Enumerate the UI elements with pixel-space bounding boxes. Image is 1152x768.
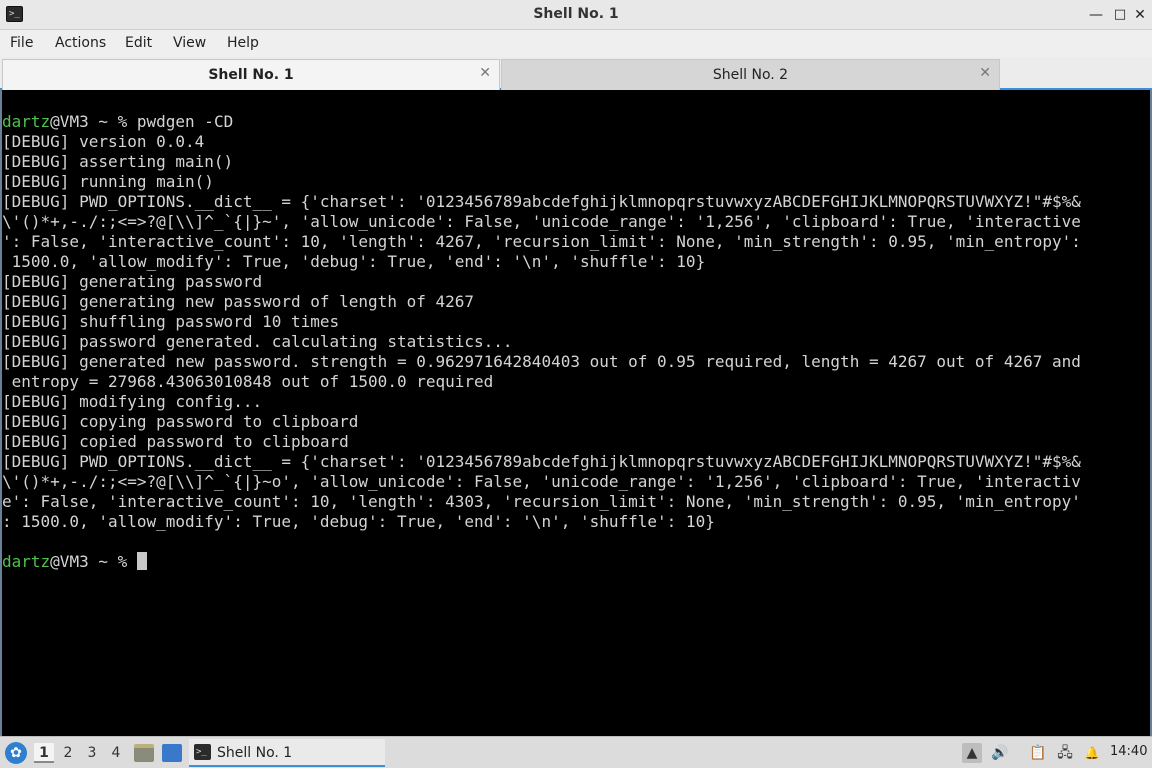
maximize-button[interactable]: □ [1110,5,1130,25]
notification-icon[interactable]: 🔔 [1082,743,1102,763]
task-label: Shell No. 1 [217,745,293,761]
terminal-line: [DEBUG] generated new password. strength… [2,352,1081,371]
taskbar: ✿ 1 2 3 4 >_ Shell No. 1 ▲ 🔊 📋 🖧 🔔 14:40 [0,736,1152,768]
current-prompt-line[interactable]: dartz@VM3 ~ % [2,552,1150,572]
terminal-line: [DEBUG] version 0.0.4 [2,132,205,151]
desktop-icon[interactable] [162,744,182,762]
clock[interactable]: 14:40 [1110,744,1147,759]
workspace-4[interactable]: 4 [106,743,126,763]
terminal-line: ': False, 'interactive_count': 10, 'leng… [2,232,1081,251]
text-cursor [136,552,147,570]
terminal-line: [DEBUG] shuffling password 10 times [2,312,340,331]
tab-close-icon[interactable]: ✕ [479,65,491,81]
workspace-1[interactable]: 1 [34,743,54,763]
tab-label: Shell No. 1 [208,67,294,83]
tab-close-icon[interactable]: ✕ [979,65,991,81]
terminal-line: [DEBUG] asserting main() [2,152,234,171]
minimize-button[interactable]: — [1086,5,1106,25]
terminal-line: [DEBUG] PWD_OPTIONS.__dict__ = {'charset… [2,452,1081,471]
terminal-line: [DEBUG] password generated. calculating … [2,332,513,351]
prompt-host: @VM3 ~ % [50,112,137,131]
terminal-line: entropy = 27968.43063010848 out of 1500.… [2,372,494,391]
command-line: dartz@VM3 ~ % pwdgen -CD [2,112,1150,132]
output-lines: [DEBUG] version 0.0.4 [DEBUG] asserting m… [2,132,1150,552]
terminal-line: [DEBUG] generating password [2,272,263,291]
tray-arrow-icon[interactable]: ▲ [962,743,982,763]
terminal-output[interactable]: dartz@VM3 ~ % pwdgen -CD [DEBUG] version… [2,92,1150,734]
prompt-user: dartz [2,112,51,131]
tab-shell-1[interactable]: Shell No. 1 ✕ [2,59,500,90]
terminal-line: [DEBUG] generating new password of lengt… [2,292,475,311]
workspace-2[interactable]: 2 [58,743,78,763]
tab-shell-2[interactable]: Shell No. 2 ✕ [501,59,1000,90]
task-shell-1[interactable]: >_ Shell No. 1 [189,739,385,767]
menu-edit[interactable]: Edit [125,35,152,51]
terminal-line: \'()*+,-./:;<=>?@[\\]^_`{|}~', 'allow_un… [2,212,1081,231]
tab-bar: Shell No. 1 ✕ Shell No. 2 ✕ [0,57,1152,90]
workspace-3[interactable]: 3 [82,743,102,763]
lubuntu-logo-icon[interactable]: ✿ [5,742,27,764]
menu-bar: File Actions Edit View Help [0,30,1152,57]
window-titlebar[interactable]: >_ Shell No. 1 — □ ✕ [0,0,1152,30]
prompt-user: dartz [2,552,51,571]
terminal-line: : 1500.0, 'allow_modify': True, 'debug':… [2,512,715,531]
menu-file[interactable]: File [10,35,33,51]
menu-actions[interactable]: Actions [55,35,106,51]
tab-label: Shell No. 2 [712,67,789,83]
command-text: pwdgen -CD [136,112,234,131]
terminal-icon: >_ [194,744,211,760]
terminal-line: [DEBUG] PWD_OPTIONS.__dict__ = {'charset… [2,192,1081,211]
file-manager-icon[interactable] [134,744,154,762]
terminal-line: 1500.0, 'allow_modify': True, 'debug': T… [2,252,706,271]
terminal-line: \'()*+,-./:;<=>?@[\\]^_`{|}~o', 'allow_u… [2,472,1081,491]
close-button[interactable]: ✕ [1130,5,1150,25]
menu-help[interactable]: Help [227,35,259,51]
clipboard-icon[interactable]: 📋 [1028,743,1048,763]
network-icon[interactable]: 🖧 [1055,743,1075,763]
terminal-line: [DEBUG] copied password to clipboard [2,432,349,451]
volume-icon[interactable]: 🔊 [990,743,1010,763]
terminal-line: [DEBUG] running main() [2,172,214,191]
window-title: Shell No. 1 [533,6,619,22]
terminal-line: [DEBUG] copying password to clipboard [2,412,359,431]
terminal-line: e': False, 'interactive_count': 10, 'len… [2,492,1081,511]
menu-view[interactable]: View [173,35,206,51]
prompt-host: @VM3 ~ % [50,552,137,571]
terminal-line: [DEBUG] modifying config... [2,392,263,411]
